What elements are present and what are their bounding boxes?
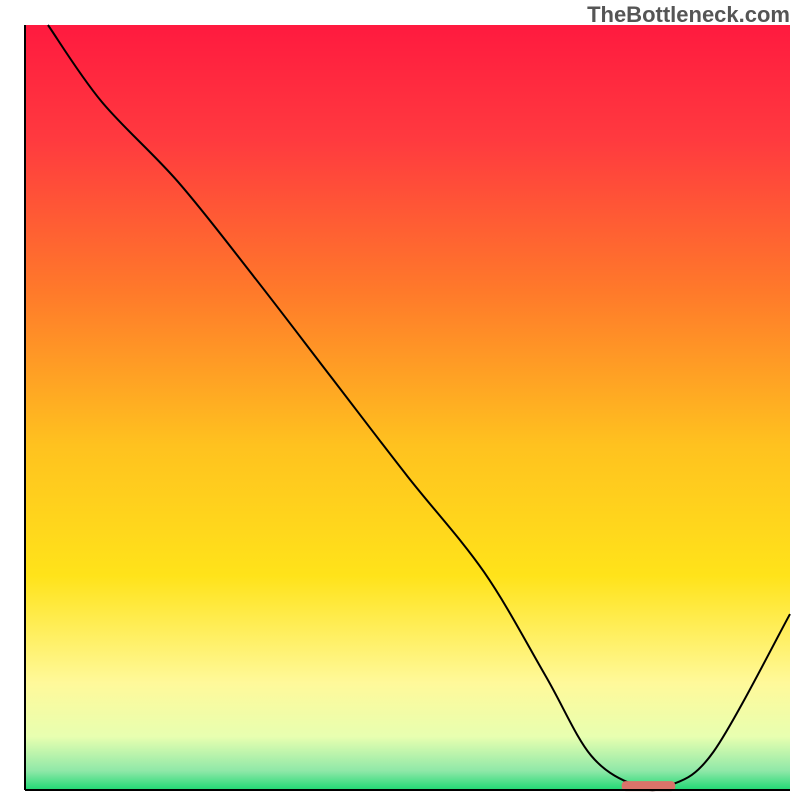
bottleneck-chart: TheBottleneck.com	[0, 0, 800, 800]
watermark-text: TheBottleneck.com	[587, 2, 790, 28]
plot-background	[25, 25, 790, 790]
chart-svg	[0, 0, 800, 800]
